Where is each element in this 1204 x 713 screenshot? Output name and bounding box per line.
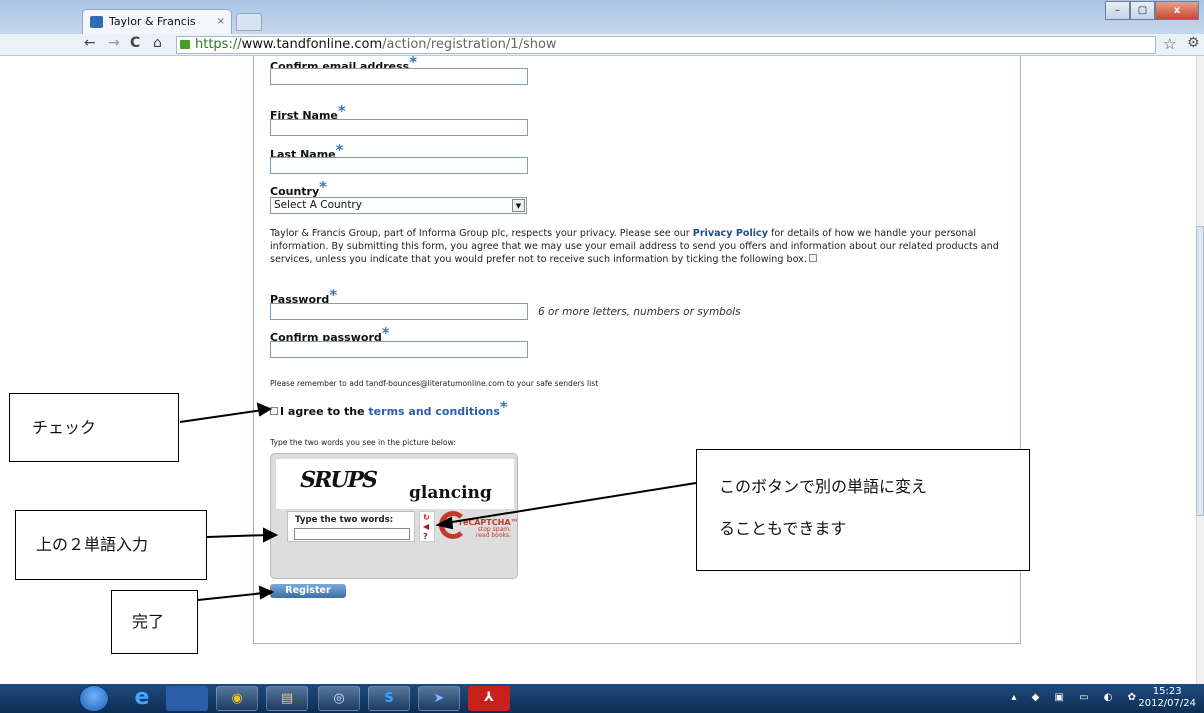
register-button[interactable]: Register [270,584,346,598]
opt-out-checkbox[interactable] [808,254,817,262]
ie-icon[interactable]: e [121,686,163,711]
country-selected-value: Select A Country [274,199,362,211]
home-icon[interactable]: ⌂ [153,35,162,51]
password-input[interactable] [270,303,528,320]
callout-enter-words: 上の２単語入力 [15,510,207,580]
terms-agreement: I agree to the terms and conditions* [270,398,508,419]
privacy-notice: Taylor & Francis Group, part of Informa … [270,228,999,265]
maximize-button[interactable]: ▢ [1130,1,1155,20]
reload-icon[interactable]: C [130,35,140,51]
app-arrow-icon[interactable]: ➤ [418,686,460,711]
captcha-image: SRUPS glancing [276,459,514,509]
windows-taskbar: e ◉ ▤ ◎ S ➤ ⅄ ▴ ◆ ▣ ▭ ◐ ✿ 15:23 2012/07/… [0,684,1204,713]
callout-done: 完了 [111,590,198,654]
system-clock[interactable]: 15:23 2012/07/24 [1138,686,1196,710]
safe-senders-note: Please remember to add tandf-bounces@lit… [270,379,599,388]
captcha-input-panel: Type the two words: [287,511,415,542]
screen: Taylor & Francis Online × – ▢ x ← → C ⌂ … [0,0,1204,713]
last-name-input[interactable] [270,157,528,174]
scrollbar-thumb[interactable] [1196,226,1204,516]
password-hint: 6 or more letters, numbers or symbols [538,306,741,318]
chevron-down-icon: ▼ [512,199,525,212]
clock-time: 15:23 [1152,686,1182,697]
recaptcha-logo: reCAPTCHA™ stop spam. read books. [437,511,519,542]
chrome-icon[interactable]: ◉ [216,686,258,711]
browser-tab-bar: Taylor & Francis Online × – ▢ x [0,0,1204,52]
recaptcha-tagline: stop spam. read books. [475,526,511,539]
app-icon[interactable]: ◎ [318,686,360,711]
site-favicon-icon [90,16,103,28]
system-tray-icons[interactable]: ▴ ◆ ▣ ▭ ◐ ✿ [1011,692,1142,703]
lock-icon [180,40,190,49]
terms-checkbox[interactable] [270,407,278,415]
captcha-reload-icon[interactable]: ↻ [423,513,430,522]
browser-toolbar: ← → C ⌂ https://www.tandfonline.com/acti… [0,34,1204,56]
url-scheme: https:// [195,37,242,52]
recaptcha-widget: SRUPS glancing Type the two words: ↻ ◀ ?… [270,453,519,579]
tab-close-icon[interactable]: × [217,10,225,34]
back-arrow-icon[interactable]: ← [84,35,96,51]
close-window-button[interactable]: x [1155,1,1199,20]
vertical-scrollbar[interactable] [1196,56,1204,684]
privacy-policy-link[interactable]: Privacy Policy [693,228,768,239]
clock-date: 2012/07/24 [1138,698,1196,709]
start-button-icon[interactable] [79,685,109,712]
explorer-folder-icon[interactable]: ▤ [266,686,308,711]
new-tab-button[interactable] [236,13,262,31]
url-host: www.tandfonline.com [241,37,383,52]
captcha-prompt: Type the two words you see in the pictur… [270,438,456,447]
acrobat-icon[interactable]: ⅄ [468,686,510,711]
confirm-password-input[interactable] [270,341,528,358]
first-name-input[interactable] [270,119,528,136]
captcha-audio-icon[interactable]: ◀ [423,522,429,531]
url-bar[interactable]: https://www.tandfonline.com/action/regis… [176,36,1156,54]
captcha-controls: ↻ ◀ ? [419,511,435,542]
captcha-input[interactable] [294,528,410,540]
callout-check: チェック [9,393,179,462]
forward-arrow-icon[interactable]: → [108,35,120,51]
bookmark-star-icon[interactable]: ☆ [1163,35,1176,53]
outlook-icon[interactable] [166,686,208,711]
terms-link[interactable]: terms and conditions [368,405,499,418]
captcha-word-2: glancing [409,483,492,503]
captcha-help-icon[interactable]: ? [423,532,428,541]
captcha-word-1: SRUPS [297,467,379,493]
window-controls: – ▢ x [1105,1,1199,21]
wrench-icon[interactable]: ⚙ [1187,35,1200,51]
browser-tab[interactable]: Taylor & Francis Online × [82,9,232,52]
skype-icon[interactable]: S [368,686,410,711]
country-select[interactable]: Select A Country ▼ [270,197,527,214]
minimize-button[interactable]: – [1105,1,1130,20]
url-path: /action/registration/1/show [382,37,557,52]
captcha-input-label: Type the two words: [295,515,394,525]
callout-reload-hint: このボタンで別の単語に変え ることもできます [696,449,1030,571]
confirm-email-input[interactable] [270,68,528,85]
